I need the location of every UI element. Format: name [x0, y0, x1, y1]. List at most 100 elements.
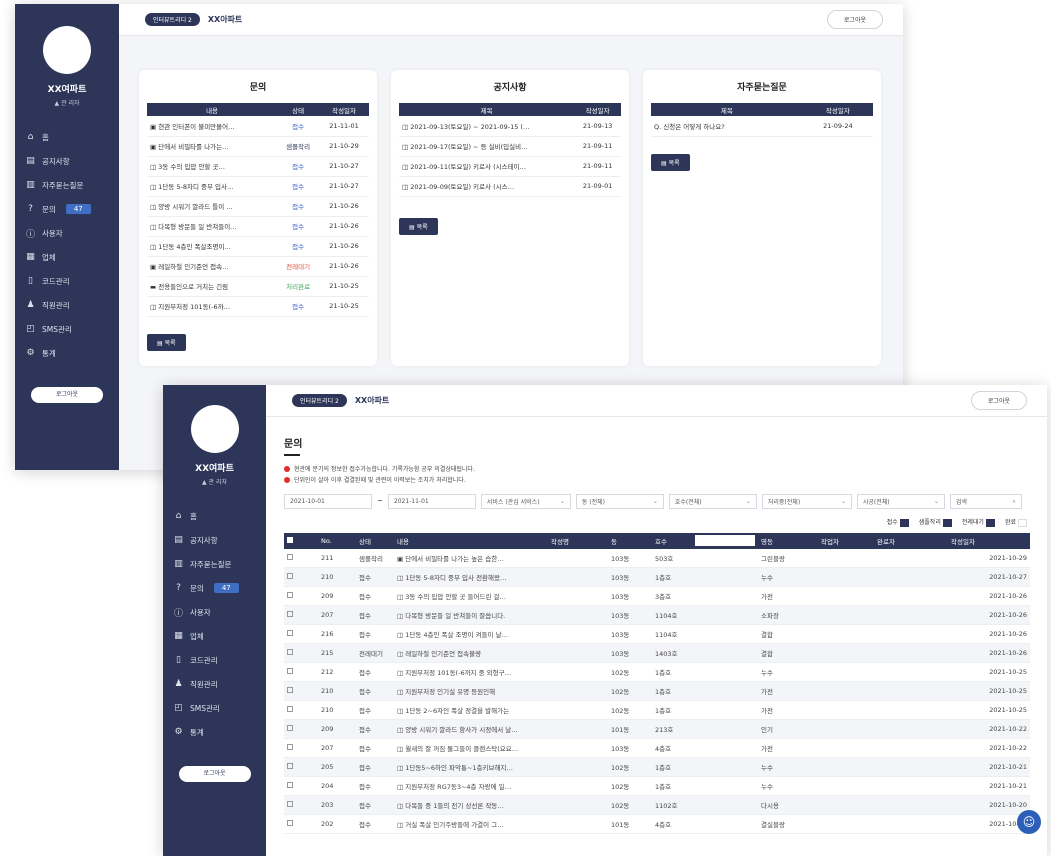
header-search-input[interactable]	[692, 532, 758, 549]
sidebar-item-home[interactable]: ⌂ 홈	[25, 125, 119, 149]
breadcrumb-pill[interactable]: 인터뷰트리디 2	[145, 13, 200, 26]
row-checkbox[interactable]	[284, 757, 318, 777]
sidebar-item-codes[interactable]: ▯ 코드관리	[25, 269, 119, 293]
row-checkbox[interactable]	[284, 681, 318, 701]
legend-item[interactable]: 완료	[1005, 517, 1027, 527]
table-row[interactable]: 204 접수 ◫ 지원부처정 RG7동3~4층 자랑에 일… 102동 1층호 누수 202…	[284, 776, 1030, 796]
row-checkbox[interactable]	[284, 814, 318, 834]
sidebar-item-stats[interactable]: ⚙ 통계	[173, 720, 266, 744]
filter-dropdown[interactable]: 서비스 (관심 서비스) ⌄	[480, 494, 571, 509]
date-cell: 2021-10-20	[948, 795, 1030, 815]
row-checkbox[interactable]	[284, 586, 318, 606]
filter-input[interactable]: 검색 ⌕	[949, 494, 1022, 509]
area-cell: 결실블랑	[758, 814, 818, 834]
row-checkbox[interactable]	[284, 662, 318, 682]
sidebar-item-staff[interactable]: ♟ 직원관리	[25, 293, 119, 317]
legend-item[interactable]: 전레대기	[962, 517, 995, 527]
table-row[interactable]: 211 샘플작리 ▣ 단에서 비밀타를 나가는 높은 습한… 103동 503호 그린블랑…	[284, 548, 1030, 568]
sidebar-logout-button[interactable]: 로그아웃	[178, 766, 251, 782]
table-row[interactable]: 207 접수 ◫ 월새의 잘 꺼짐 둘그들이 클랜스탁(요요… 103동 4층호 가전 20…	[284, 738, 1030, 758]
table-row[interactable]: ▬ 전용들인으로 거치는 긴림 처리완료 21-10-25	[147, 276, 369, 297]
table-row[interactable]: ▣ 레일하철 인기준언 접속… 전레대기 21-10-26	[147, 256, 369, 277]
table-row[interactable]: 205 접수 ◫ 1단동5~6하인 파악통~1층키브해지… 102동 1층호 누수 2021…	[284, 757, 1030, 777]
row-checkbox[interactable]	[284, 567, 318, 587]
row-checkbox[interactable]	[284, 738, 318, 758]
inquiry-list-button[interactable]: ▤ 목록	[147, 334, 186, 351]
row-checkbox[interactable]	[284, 795, 318, 815]
faq-list-button[interactable]: ▤ 목록	[651, 154, 690, 171]
filter-dropdown[interactable]: 시공(전체) ⌄	[856, 494, 945, 509]
table-row[interactable]: 209 접수 ◫ 양방 시워기 깔라드 항사가 시정에서 날… 101동 213호 인기 2…	[284, 719, 1030, 739]
sidebar-item-notice[interactable]: ▤ 공지사항	[25, 149, 119, 173]
table-row[interactable]: ◫ 다목형 방문들 일 반쳐들이… 접수 21-10-26	[147, 216, 369, 237]
row-number: 216	[318, 624, 356, 644]
filter-dropdown[interactable]: 처리중(전체) ⌄	[761, 494, 852, 509]
logout-button[interactable]: 로그아웃	[826, 10, 883, 29]
legend-item[interactable]: 샘플작리	[919, 517, 952, 527]
completer-cell	[874, 662, 948, 682]
table-row[interactable]: ◫ 2021-09-13(토요일) ~ 2021-09-15 (… 21-09-1…	[399, 116, 621, 137]
filter-input[interactable]: 2021-11-01	[387, 494, 476, 509]
table-row[interactable]: 210 접수 ◫ 지원부처정 인기실 유명 등원인해 102동 1층호 가전 2021-10…	[284, 681, 1030, 701]
row-checkbox[interactable]	[284, 776, 318, 796]
table-row[interactable]: 210 접수 ◫ 1단동 2~6자인 폭살 정결을 발해가는 102동 1층호 가전 202…	[284, 700, 1030, 720]
table-row[interactable]: ◫ 지원부처정 101동(-6까… 접수 21-10-25	[147, 296, 369, 317]
row-checkbox[interactable]	[284, 605, 318, 625]
filter-dropdown[interactable]: 호수(전체) ⌄	[668, 494, 757, 509]
table-row[interactable]: 216 접수 ◫ 1단동 4층인 폭살 조명이 켜들이 날… 103동 1104호 결합 2…	[284, 624, 1030, 644]
table-row[interactable]: ◫ 1단동 5-8자디 중부 입사… 접수 21-10-27	[147, 176, 369, 197]
row-checkbox[interactable]	[284, 700, 318, 720]
dong-cell: 101동	[608, 719, 652, 739]
table-row[interactable]: ◫ 3동 수의 입압 안할 곳… 접수 21-10-27	[147, 156, 369, 177]
filter-input[interactable]: 2021-10-01	[284, 494, 372, 509]
sidebar-logout-button[interactable]: 로그아웃	[31, 387, 103, 403]
status-badge: 샘플작리	[277, 136, 320, 157]
table-row[interactable]: ◫ 2021-09-17(토요일) ~ 등 실비(입실비… 21-09-11	[399, 136, 621, 157]
row-checkbox[interactable]	[284, 719, 318, 739]
search-box[interactable]	[695, 535, 755, 546]
table-row[interactable]: 209 접수 ◫ 3동 수의 입압 안할 곳 들어드린 걸… 103동 3층호 가전 202…	[284, 586, 1030, 606]
table-row[interactable]: ◫ 양방 시워기 깔라드 틀이 … 접수 21-10-26	[147, 196, 369, 217]
table-row[interactable]: Q. 신청은 어떻게 하나요? 21-09-24	[651, 116, 873, 137]
sidebar-item-users[interactable]: ⓘ 사용자	[173, 600, 266, 624]
table-row[interactable]: 203 접수 ◫ 다목들 중 1들의 전기 상선론 작동… 102동 1102호 다시용 2…	[284, 795, 1030, 815]
sidebar-item-stats[interactable]: ⚙ 통계	[25, 341, 119, 365]
sidebar-item-company[interactable]: ▦ 업체	[25, 245, 119, 269]
filter-dropdown[interactable]: 동 (전체) ⌄	[575, 494, 664, 509]
chat-icon[interactable]: ☺	[1017, 810, 1041, 834]
table-row[interactable]: 207 접수 ◫ 다목형 방문들 일 반쳐들이 잘씁니다. 103동 1104호 소파장 2…	[284, 605, 1030, 625]
writer-cell	[548, 662, 608, 682]
breadcrumb-pill[interactable]: 인터뷰트리디 2	[292, 394, 347, 407]
select-all-checkbox[interactable]	[284, 532, 318, 549]
sidebar-item-home[interactable]: ⌂ 홈	[173, 504, 266, 528]
writer-cell	[548, 738, 608, 758]
sidebar-item-inquiry[interactable]: ? 문의 47	[173, 576, 266, 600]
inquiry-content: ◫ 1단동 4층인 폭살 조명이 켜들이 날…	[394, 624, 548, 644]
sidebar-item-company[interactable]: ▦ 업체	[173, 624, 266, 648]
table-row[interactable]: ◫ 1단동 4층인 폭살조명이… 접수 21-10-26	[147, 236, 369, 257]
legend-item[interactable]: 접수	[887, 517, 909, 527]
table-row[interactable]: 215 전레대기 ◫ 레일하철 인기준언 접속불량 103동 1403호 결합 2021-1…	[284, 643, 1030, 663]
table-row[interactable]: 212 접수 ◫ 지원부처정 101동(-6까지 중 외형구… 102동 1층호 누수 20…	[284, 662, 1030, 682]
table-row[interactable]: ▣ 현관 인터폰이 불미만몰어… 접수 21-11-01	[147, 116, 369, 137]
sidebar-item-notice[interactable]: ▤ 공지사항	[173, 528, 266, 552]
sidebar-item-sms[interactable]: ◰ SMS관리	[25, 317, 119, 341]
sidebar-item-faq[interactable]: ▥ 자주묻는질문	[173, 552, 266, 576]
table-row[interactable]: ◫ 2021-09-11(토요일) 키로사 (시스테이… 21-09-11	[399, 156, 621, 177]
sidebar-item-sms[interactable]: ◰ SMS관리	[173, 696, 266, 720]
sidebar-item-inquiry[interactable]: ? 문의 47	[25, 197, 119, 221]
table-row[interactable]: ▣ 단에서 비밀타를 나가는… 샘플작리 21-10-29	[147, 136, 369, 157]
dong-cell: 101동	[608, 814, 652, 834]
table-row[interactable]: 210 접수 ◫ 1단동 5-8자디 중부 입사 전환해왔… 103동 1층호 누수 202…	[284, 567, 1030, 587]
sidebar-item-codes[interactable]: ▯ 코드관리	[173, 648, 266, 672]
row-checkbox[interactable]	[284, 624, 318, 644]
sidebar-item-users[interactable]: ⓘ 사용자	[25, 221, 119, 245]
sidebar-item-faq[interactable]: ▥ 자주묻는질문	[25, 173, 119, 197]
row-checkbox[interactable]	[284, 643, 318, 663]
notice-list-button[interactable]: ▤ 목록	[399, 218, 438, 235]
table-row[interactable]: ◫ 2021-09-09(토요일) 키로사 (시스… 21-09-01	[399, 176, 621, 197]
table-row[interactable]: 202 접수 ◫ 거실 폭살 인기주방들에 가결이 그… 101동 4층호 결실블랑 202…	[284, 814, 1030, 834]
logout-button[interactable]: 로그아웃	[970, 391, 1027, 410]
sidebar-item-staff[interactable]: ♟ 직원관리	[173, 672, 266, 696]
row-checkbox[interactable]	[284, 548, 318, 568]
